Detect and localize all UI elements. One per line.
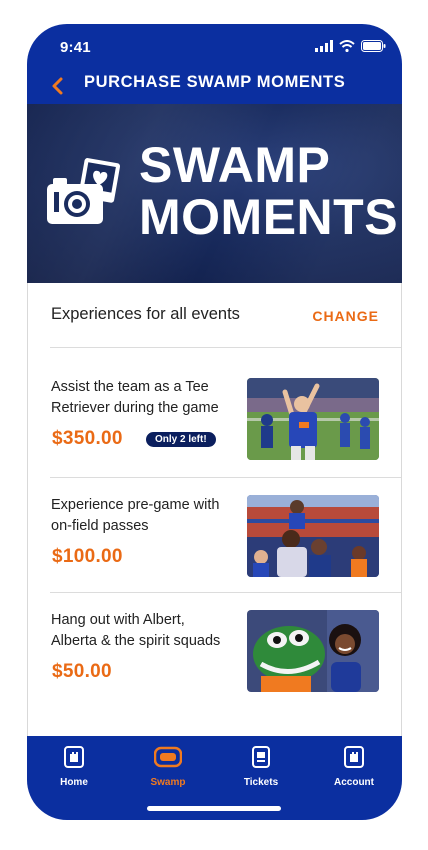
divider xyxy=(50,347,401,348)
tab-swamp[interactable]: Swamp xyxy=(133,746,203,788)
tab-label: Swamp xyxy=(150,777,186,788)
swamp-icon xyxy=(153,746,183,768)
phone-screen: 9:41 PURCHASE SWAMP MOMENTS SWAMP MOMENT… xyxy=(27,24,402,820)
list-item-pregame-passes[interactable]: Experience pre-game with on-field passes… xyxy=(51,495,379,577)
page-title: PURCHASE SWAMP MOMENTS xyxy=(84,73,346,91)
divider xyxy=(50,477,401,478)
status-bar: 9:41 xyxy=(27,24,402,70)
account-icon xyxy=(344,746,364,768)
status-badge: Only 2 left! xyxy=(146,432,216,447)
battery-icon xyxy=(361,40,386,52)
status-icons xyxy=(315,40,386,52)
item-price: $350.00 xyxy=(52,428,123,449)
back-arrow-icon[interactable] xyxy=(48,74,70,98)
item-title: Experience pre-game with on-field passes xyxy=(51,497,220,534)
item-title: Hang out with Albert, Alberta & the spir… xyxy=(51,612,221,649)
item-price: $50.00 xyxy=(52,661,112,682)
hero-title-line1: SWAMP xyxy=(139,137,331,193)
tab-account[interactable]: Account xyxy=(319,746,389,788)
item-photo-albert-alberta xyxy=(247,610,379,692)
experience-list: Experiences for all events CHANGE Assist… xyxy=(27,283,402,736)
tab-home[interactable]: Home xyxy=(39,746,109,788)
item-price: $100.00 xyxy=(52,546,123,567)
list-item-tee-retriever[interactable]: Assist the team as a Tee Retriever durin… xyxy=(51,377,379,460)
experience-filter-label: Experiences for all events xyxy=(51,305,240,323)
header-bar: PURCHASE SWAMP MOMENTS xyxy=(27,70,402,104)
wifi-icon xyxy=(339,40,355,52)
camera-photo-icon xyxy=(47,158,121,224)
experience-filter-row: Experiences for all events CHANGE xyxy=(51,305,379,325)
tab-tickets[interactable]: Tickets xyxy=(226,746,296,788)
hero-title: SWAMP MOMENTS xyxy=(139,139,398,243)
tickets-icon xyxy=(252,746,270,768)
status-time: 9:41 xyxy=(60,39,91,56)
home-indicator xyxy=(147,806,281,811)
divider xyxy=(50,592,401,593)
tab-label: Home xyxy=(60,777,88,788)
home-icon xyxy=(64,746,84,768)
tab-label: Tickets xyxy=(243,777,279,788)
hero-title-line2: MOMENTS xyxy=(139,189,399,245)
list-item-albert-alberta[interactable]: Hang out with Albert, Alberta & the spir… xyxy=(51,610,379,692)
item-title: Assist the team as a Tee Retriever durin… xyxy=(51,379,219,416)
hero-banner: SWAMP MOMENTS xyxy=(27,104,402,283)
signal-icon xyxy=(315,40,333,52)
bottom-tab-bar: Home Swamp Tickets Account xyxy=(27,736,402,820)
item-photo-tee-retriever xyxy=(247,378,379,460)
change-button[interactable]: CHANGE xyxy=(312,308,379,324)
tab-label: Account xyxy=(334,777,374,788)
item-photo-pregame xyxy=(247,495,379,577)
